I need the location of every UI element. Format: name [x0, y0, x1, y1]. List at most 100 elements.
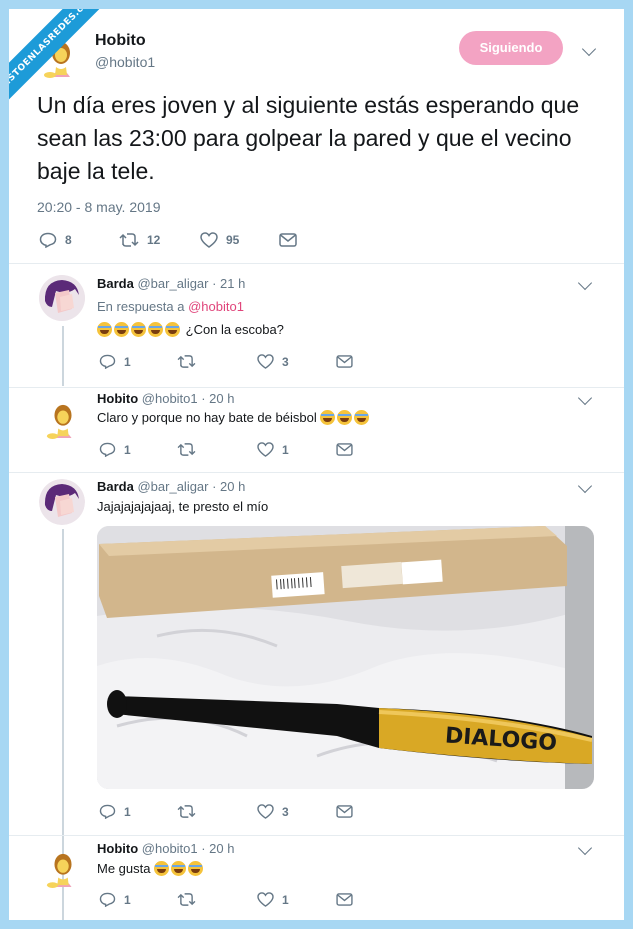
like-action[interactable]: 3 [257, 354, 289, 369]
mention-link[interactable]: @hobito1 [188, 299, 244, 314]
tears-of-joy-emoji-icon [354, 410, 370, 425]
reply-author-line: Hobito @hobito1 · 20 h [97, 391, 234, 406]
tears-of-joy-emoji-icon [148, 322, 163, 337]
tears-of-joy-emoji-icon [97, 322, 112, 337]
message-icon [336, 893, 353, 906]
tweet-card: VISTOENLASREDES.com Hobito @hobito1 Sigu… [9, 9, 624, 920]
reply-meta[interactable]: @hobito1 · 20 h [142, 841, 235, 856]
in-reply-to: En respuesta a @hobito1 [97, 299, 244, 314]
tears-of-joy-emoji-icon [114, 322, 129, 337]
like-action[interactable]: 1 [257, 892, 289, 907]
avatar[interactable] [39, 479, 85, 525]
reply-action[interactable]: 8 [39, 232, 72, 248]
like-action[interactable]: 95 [200, 232, 239, 248]
retweet-action[interactable] [177, 892, 204, 907]
tweet-timestamp[interactable]: 20:20 - 8 may. 2019 [37, 199, 160, 215]
retweet-action[interactable]: 12 [119, 232, 160, 248]
reply-author-line: Barda @bar_aligar · 20 h [97, 479, 245, 494]
retweet-icon [177, 805, 196, 818]
reply-text: Jajajajajajaaj, te presto el mío [97, 499, 269, 514]
tears-of-joy-emoji-icon [165, 322, 180, 337]
message-icon [336, 443, 353, 456]
reply-meta[interactable]: @bar_aligar · 20 h [137, 479, 245, 494]
retweet-icon [119, 233, 139, 247]
reply-icon [99, 354, 116, 369]
like-count: 3 [282, 804, 289, 819]
reply-text-row: Me gusta [97, 861, 205, 876]
chevron-down-icon[interactable] [577, 840, 593, 856]
reply-count: 1 [124, 804, 131, 819]
divider [9, 472, 624, 473]
tears-of-joy-emoji-icon [154, 861, 170, 876]
avatar[interactable] [45, 400, 81, 440]
reply-author-name[interactable]: Hobito [97, 841, 138, 856]
reply-count: 1 [124, 892, 131, 907]
author-handle[interactable]: @hobito1 [95, 54, 155, 70]
reply-text-row: Claro y porque no hay bate de béisbol [97, 410, 371, 425]
reply-meta[interactable]: @bar_aligar · 21 h [137, 276, 245, 291]
like-icon [257, 354, 274, 369]
like-count: 1 [282, 442, 289, 457]
following-button[interactable]: Siguiendo [459, 31, 563, 65]
like-icon [200, 232, 218, 248]
reply-icon [99, 892, 116, 907]
retweet-action[interactable] [177, 804, 204, 819]
tears-of-joy-emoji-icon [320, 410, 336, 425]
message-action[interactable] [336, 443, 361, 456]
reply-action[interactable]: 1 [99, 804, 131, 819]
retweet-action[interactable] [177, 354, 204, 369]
divider [9, 387, 624, 388]
chevron-down-icon[interactable] [581, 41, 597, 57]
reply-text: ¿Con la escoba? [185, 322, 284, 337]
avatar[interactable] [39, 275, 85, 321]
reply-text: Me gusta [97, 861, 151, 876]
reply-action[interactable]: 1 [99, 354, 131, 369]
tears-of-joy-emoji-icon [171, 861, 187, 876]
reply-count: 1 [124, 354, 131, 369]
reply-action[interactable]: 1 [99, 442, 131, 457]
chevron-down-icon[interactable] [577, 478, 593, 494]
reply-author-name[interactable]: Hobito [97, 391, 138, 406]
reply-action[interactable]: 1 [99, 892, 131, 907]
like-icon [257, 442, 274, 457]
like-action[interactable]: 1 [257, 442, 289, 457]
tears-of-joy-emoji-icon [188, 861, 204, 876]
reply-author-name[interactable]: Barda [97, 276, 134, 291]
tweet-text: Un día eres joven y al siguiente estás e… [37, 92, 580, 184]
message-action[interactable] [336, 893, 361, 906]
like-count: 3 [282, 354, 289, 369]
reply-text-row: ¿Con la escoba? [97, 322, 284, 337]
message-action[interactable] [336, 355, 361, 368]
reply-icon [99, 804, 116, 819]
thread-line [62, 326, 64, 386]
tears-of-joy-emoji-icon [131, 322, 146, 337]
retweet-icon [177, 893, 196, 906]
like-action[interactable]: 3 [257, 804, 289, 819]
like-icon [257, 892, 274, 907]
reply-icon [99, 442, 116, 457]
retweet-count: 12 [147, 233, 161, 247]
like-icon [257, 804, 274, 819]
reply-author-line: Hobito @hobito1 · 20 h [97, 841, 234, 856]
attached-photo[interactable]: DIALOGO [97, 526, 594, 789]
chevron-down-icon[interactable] [577, 390, 593, 406]
retweet-action[interactable] [177, 442, 204, 457]
reply-icon [39, 232, 57, 248]
reply-count: 8 [65, 233, 72, 247]
divider [9, 263, 624, 264]
avatar[interactable] [45, 849, 81, 889]
reply-meta[interactable]: @hobito1 · 20 h [142, 391, 235, 406]
message-icon [336, 805, 353, 818]
divider [9, 835, 624, 836]
message-action[interactable] [336, 805, 361, 818]
chevron-down-icon[interactable] [577, 275, 593, 291]
tears-of-joy-emoji-icon [337, 410, 353, 425]
retweet-icon [177, 443, 196, 456]
message-icon [279, 233, 297, 247]
author-name[interactable]: Hobito [95, 32, 146, 50]
reply-author-name[interactable]: Barda [97, 479, 134, 494]
like-count: 1 [282, 892, 289, 907]
message-action[interactable] [279, 233, 305, 247]
message-icon [336, 355, 353, 368]
like-count: 95 [226, 233, 240, 247]
